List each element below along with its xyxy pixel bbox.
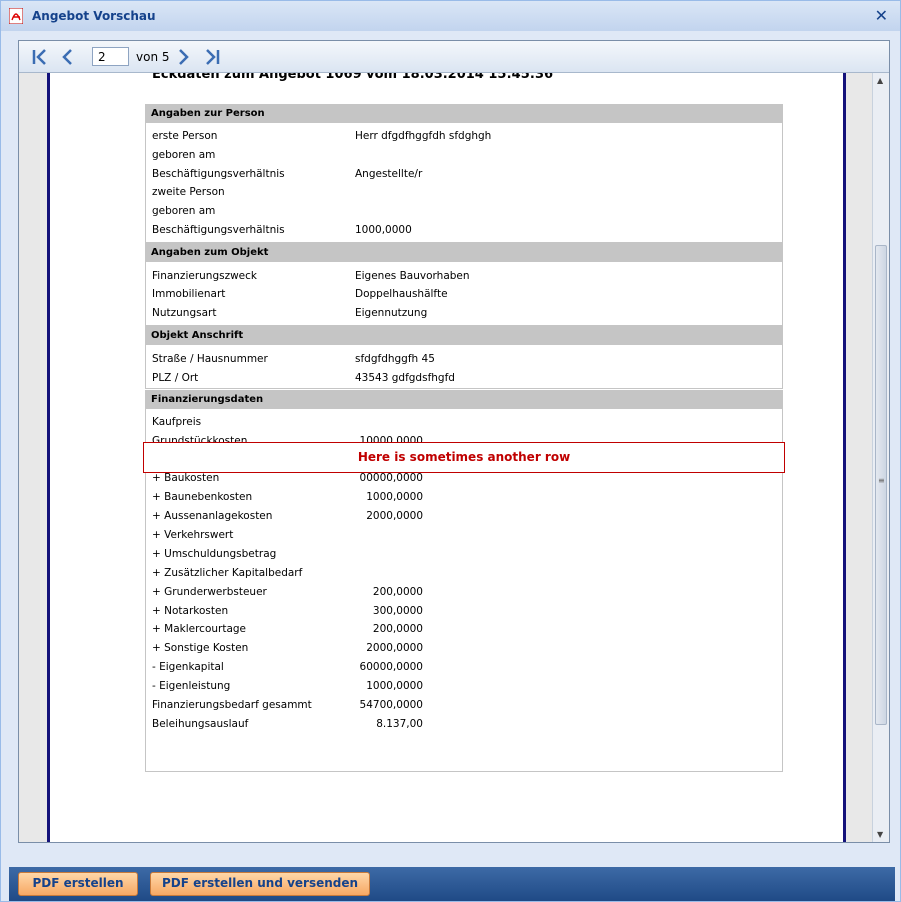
grip-icon: ≡ bbox=[878, 476, 885, 485]
scroll-down-icon[interactable]: ▼ bbox=[877, 830, 883, 839]
row-value: sfdgfdhggfh 45 bbox=[355, 353, 435, 365]
section-header-objekt: Angaben zum Objekt bbox=[145, 243, 783, 262]
row-label: + Baunebenkosten bbox=[152, 491, 253, 503]
section-header-anschrift: Objekt Anschrift bbox=[145, 326, 783, 345]
row-label: - Eigenkapital bbox=[152, 661, 224, 673]
row-label: Beschäftigungsverhältnis bbox=[152, 168, 285, 180]
document-title: Eckdaten zum Angebot 1069 vom 18.03.2014… bbox=[152, 73, 554, 82]
row-value: 8.137,00 bbox=[376, 718, 423, 730]
close-icon[interactable]: ✕ bbox=[875, 6, 888, 25]
row-label: + Sonstige Kosten bbox=[152, 642, 249, 654]
row-label: Finanzierungsbedarf gesammt bbox=[152, 699, 312, 711]
page-number-input[interactable] bbox=[92, 47, 129, 66]
row-value: 200,0000 bbox=[372, 623, 423, 635]
button-bar: PDF erstellen PDF erstellen und versende… bbox=[9, 867, 895, 901]
scrollbar-thumb[interactable]: ≡ bbox=[875, 245, 887, 725]
window-title: Angebot Vorschau bbox=[32, 9, 156, 23]
prev-page-icon[interactable] bbox=[57, 46, 79, 68]
row-value: 1000,0000 bbox=[366, 680, 423, 692]
vertical-scrollbar[interactable]: ▲ ≡ ▼ bbox=[872, 73, 889, 842]
row-value: 200,0000 bbox=[372, 586, 423, 598]
row-label: Straße / Hausnummer bbox=[152, 353, 268, 365]
pdf-icon bbox=[9, 8, 23, 24]
section-box-anschrift bbox=[145, 345, 783, 389]
row-label: + Aussenanlagekosten bbox=[152, 510, 273, 522]
row-label: Beschäftigungsverhältnis bbox=[152, 224, 285, 236]
row-value: Doppelhaushälfte bbox=[355, 288, 448, 300]
row-value: Herr dfgdfhggfdh sfdghgh bbox=[355, 130, 492, 142]
row-label: + Maklercourtage bbox=[152, 623, 247, 635]
row-value: 54700,0000 bbox=[359, 699, 423, 711]
row-value: 60000,0000 bbox=[359, 661, 423, 673]
next-page-icon[interactable] bbox=[172, 46, 194, 68]
row-value: Eigenes Bauvorhaben bbox=[355, 270, 470, 282]
row-value: 00000,0000 bbox=[359, 472, 423, 484]
first-page-icon[interactable] bbox=[29, 46, 51, 68]
pdf-create-button[interactable]: PDF erstellen bbox=[18, 872, 138, 896]
row-label: + Grunderwerbsteuer bbox=[152, 586, 267, 598]
row-value: 1000,0000 bbox=[355, 224, 412, 236]
row-label: - Eigenleistung bbox=[152, 680, 231, 692]
row-value: 300,0000 bbox=[372, 605, 423, 617]
row-label: Nutzungsart bbox=[152, 307, 217, 319]
row-label: Finanzierungszweck bbox=[152, 270, 257, 282]
row-label: geboren am bbox=[152, 149, 216, 161]
row-value: 2000,0000 bbox=[366, 642, 423, 654]
scroll-up-icon[interactable]: ▲ bbox=[877, 76, 883, 85]
last-page-icon[interactable] bbox=[201, 46, 223, 68]
row-label: zweite Person bbox=[152, 186, 225, 198]
row-label: + Umschuldungsbetrag bbox=[152, 548, 277, 560]
row-value: Angestellte/r bbox=[355, 168, 423, 180]
pdf-toolbar: von 5 bbox=[19, 41, 889, 73]
row-label: Kaufpreis bbox=[152, 416, 202, 428]
extra-row-notice-text: Here is sometimes another row bbox=[357, 450, 571, 464]
row-label: PLZ / Ort bbox=[152, 372, 199, 384]
title-bar[interactable]: Angebot Vorschau ✕ bbox=[1, 1, 900, 31]
row-value: 2000,0000 bbox=[366, 510, 423, 522]
row-label: + Baukosten bbox=[152, 472, 220, 484]
row-label: erste Person bbox=[152, 130, 218, 142]
preview-window: Angebot Vorschau ✕ von 5 Eck bbox=[0, 0, 901, 902]
row-label: Beleihungsauslauf bbox=[152, 718, 249, 730]
row-label: Immobilienart bbox=[152, 288, 226, 300]
pdf-create-send-button[interactable]: PDF erstellen und versenden bbox=[150, 872, 370, 896]
row-label: + Verkehrswert bbox=[152, 529, 234, 541]
row-label: + Notarkosten bbox=[152, 605, 229, 617]
row-value: Eigennutzung bbox=[355, 307, 428, 319]
row-value: 43543 gdfgdsfhgfd bbox=[355, 372, 455, 384]
page-border-right bbox=[843, 73, 846, 842]
section-header-person: Angaben zur Person bbox=[145, 104, 783, 123]
page-count-label: von 5 bbox=[136, 50, 170, 64]
section-header-finanzierung: Finanzierungsdaten bbox=[145, 390, 783, 409]
row-value: 1000,0000 bbox=[366, 491, 423, 503]
row-label: + Zusätzlicher Kapitalbedarf bbox=[152, 567, 303, 579]
row-label: geboren am bbox=[152, 205, 216, 217]
extra-row-notice: Here is sometimes another row bbox=[143, 442, 785, 473]
